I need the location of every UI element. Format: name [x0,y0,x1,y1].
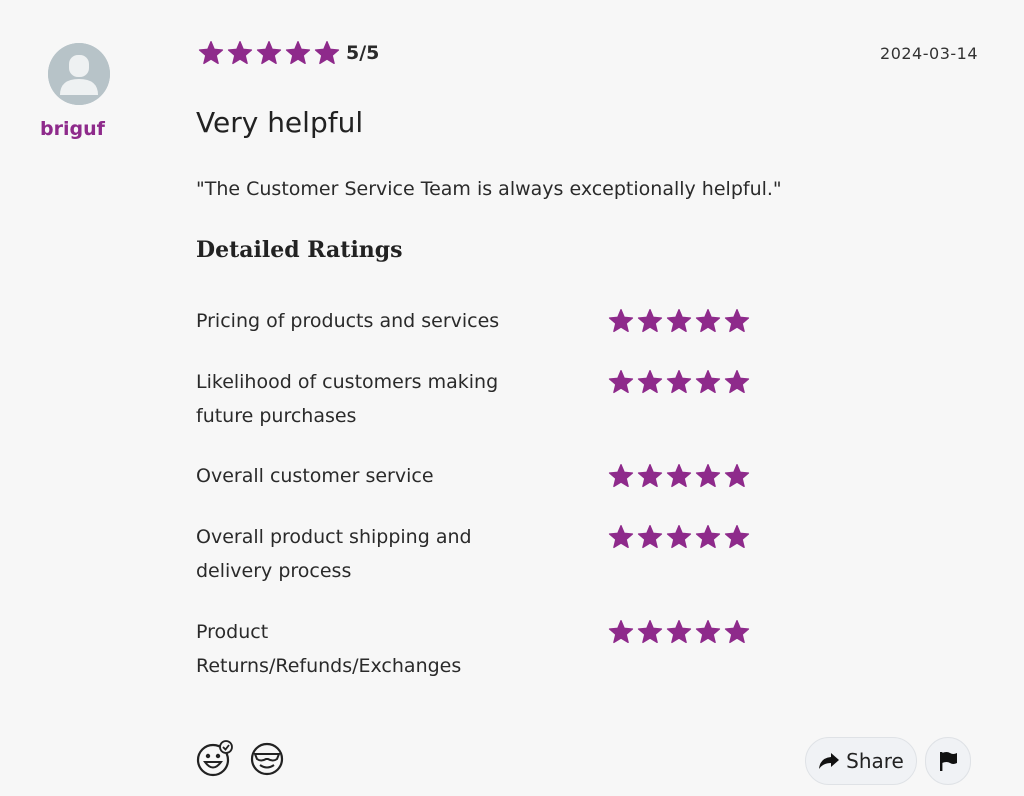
overall-stars [198,40,340,66]
star-icon [608,369,634,395]
share-arrow-icon [819,753,840,769]
rating-label: Pricing of products and services [196,310,500,332]
star-icon [285,40,311,66]
detailed-ratings-heading: Detailed Ratings [196,237,403,263]
star-icon [695,524,721,550]
rating-label: Overall product shipping and delivery pr… [196,526,472,582]
star-icon [666,524,692,550]
flag-button[interactable] [925,737,971,785]
star-icon [637,524,663,550]
star-icon [608,463,634,489]
rating-label: Product Returns/Refunds/Exchanges [196,621,462,677]
star-icon [666,308,692,334]
star-icon [637,619,663,645]
star-icon [695,463,721,489]
star-icon [724,619,750,645]
review-date: 2024-03-14 [880,44,978,63]
star-icon [724,524,750,550]
star-icon [637,463,663,489]
share-button[interactable]: Share [805,737,917,785]
star-icon [198,40,224,66]
star-icon [227,40,253,66]
rating-stars [608,524,750,550]
flag-icon [940,752,957,771]
rating-stars [608,369,750,395]
star-icon [666,619,692,645]
star-icon [608,308,634,334]
rating-stars [608,619,750,645]
star-icon [314,40,340,66]
star-icon [666,369,692,395]
star-icon [637,369,663,395]
star-icon [724,308,750,334]
rating-label: Overall customer service [196,465,434,487]
star-icon [608,524,634,550]
star-icon [724,463,750,489]
rating-label: Likelihood of customers making future pu… [196,371,499,427]
overall-score: 5/5 [346,42,380,64]
avatar[interactable] [48,43,110,105]
star-icon [724,369,750,395]
star-icon [637,308,663,334]
rating-stars [608,308,750,334]
rating-stars [608,463,750,489]
star-icon [256,40,282,66]
star-icon [695,619,721,645]
star-icon [695,369,721,395]
star-icon [666,463,692,489]
smile-add-reaction-icon[interactable] [196,740,233,777]
review-title: Very helpful [196,106,364,139]
review-quote: "The Customer Service Team is always exc… [196,178,782,200]
star-icon [608,619,634,645]
user-silhouette-icon [48,43,110,105]
overall-rating: 5/5 [198,40,379,66]
reviewer-username[interactable]: briguf [40,118,105,140]
star-icon [695,308,721,334]
cool-face-icon[interactable] [249,740,285,776]
share-label: Share [846,749,904,773]
